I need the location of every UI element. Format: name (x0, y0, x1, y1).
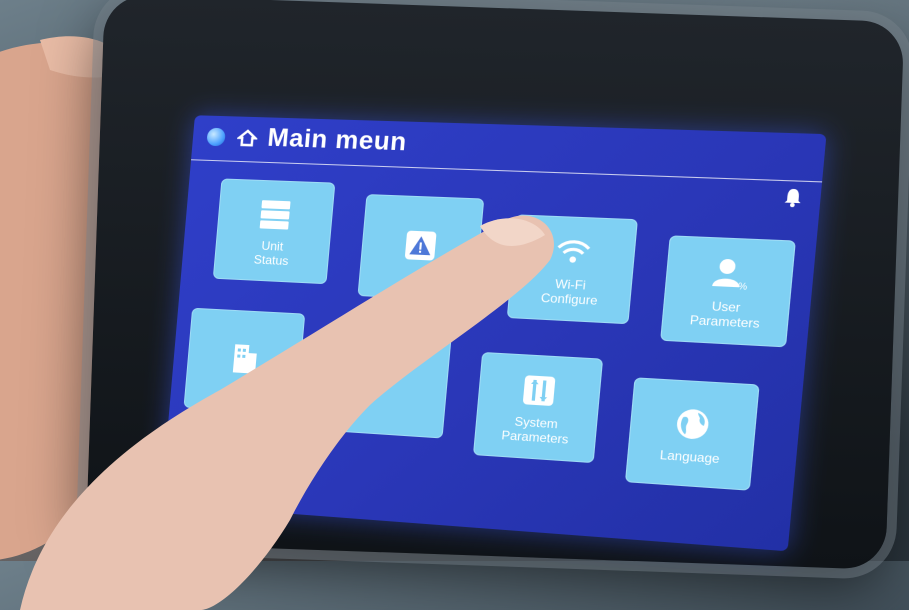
tile-user-parameters[interactable]: % User Parameters (660, 235, 796, 348)
device-screen: Main meun Unit Status Wi-Fi Configure % … (161, 115, 827, 552)
tile-label-2: Parameters (689, 312, 761, 331)
tile-alarm[interactable] (357, 194, 485, 302)
tile-unit-status[interactable]: Unit Status (212, 178, 336, 285)
user-settings-icon: % (712, 258, 748, 292)
tile-wifi-configure[interactable]: Wi-Fi Configure (506, 214, 638, 325)
server-rack-icon (259, 200, 291, 230)
tile-system-parameters[interactable]: System Parameters (472, 351, 604, 464)
building-icon (232, 344, 257, 374)
tile-label-2: Configure (540, 290, 599, 308)
unknown-icon (366, 360, 411, 403)
tile-language[interactable]: Language (624, 377, 760, 491)
tile-label-2: Status (253, 252, 290, 269)
tile-label-1: Unit (260, 238, 284, 254)
svg-text:%: % (738, 281, 748, 292)
tile-label-1: Wi-Fi (554, 276, 587, 293)
wifi-icon (550, 230, 597, 263)
tile-label-1: User (711, 298, 741, 316)
alarm-warning-icon (404, 230, 437, 261)
tile-hidden[interactable] (325, 329, 452, 439)
globe-status-icon[interactable] (206, 127, 226, 147)
tile-label-2: Parameters (500, 427, 570, 447)
home-icon[interactable] (236, 128, 258, 149)
sliders-icon (522, 375, 556, 407)
tile-building[interactable] (183, 307, 306, 415)
globe-icon (675, 408, 710, 440)
page-title: Main meun (266, 123, 409, 157)
bell-icon[interactable] (781, 186, 806, 208)
tile-label-1: Language (659, 447, 721, 467)
